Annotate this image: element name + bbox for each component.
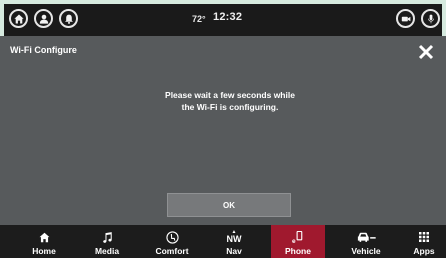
status-bar: 72° 12:32 <box>0 0 446 36</box>
bell-icon <box>64 14 73 24</box>
nav-item-comfort[interactable]: Comfort <box>147 225 197 258</box>
nav-item-label: Comfort <box>155 246 189 256</box>
nav-item-vehicle[interactable]: Vehicle <box>340 225 392 258</box>
grid-icon <box>419 229 429 245</box>
nav-item-media[interactable]: Media <box>85 225 129 258</box>
close-button[interactable] <box>416 42 436 62</box>
home-icon <box>39 229 50 245</box>
svg-text:e: e <box>292 238 296 244</box>
user-status-button[interactable] <box>34 9 53 28</box>
status-message-line-1: Please wait a few seconds while <box>165 90 295 100</box>
nav-item-label: Vehicle <box>351 246 381 256</box>
ok-button[interactable]: OK <box>167 193 291 217</box>
nav-item-label: Media <box>94 246 120 256</box>
home-icon <box>13 14 24 23</box>
nav-item-home[interactable]: Home <box>22 225 66 258</box>
nav-item-label: Home <box>32 246 56 256</box>
screen: 72° 12:32 Wi-Fi Configure Please wait a … <box>0 0 446 258</box>
nav-item-phone[interactable]: e Phone <box>271 225 325 258</box>
nav-item-label: Apps <box>413 246 435 256</box>
camera-icon <box>401 16 410 21</box>
car-icon <box>356 229 377 245</box>
clock: 12:32 <box>213 11 243 23</box>
music-note-icon <box>102 229 113 245</box>
phone-icon: e <box>292 229 305 245</box>
nav-item-apps[interactable]: Apps <box>404 225 444 258</box>
status-message-line-2: the Wi-Fi is configuring. <box>181 102 279 112</box>
microphone-status-button[interactable] <box>421 9 440 28</box>
compass-icon: ▲ NW <box>226 229 242 244</box>
home-status-button[interactable] <box>9 9 28 28</box>
nav-item-label: Nav <box>226 246 242 256</box>
microphone-icon <box>427 14 434 23</box>
close-icon <box>418 44 434 60</box>
bottom-nav-bar: Home Media Comfort ▲ NW Nav e Phone Vehi… <box>0 225 446 258</box>
nav-item-nav[interactable]: ▲ NW Nav <box>214 225 254 258</box>
compass-heading: NW <box>226 234 242 244</box>
nav-item-label: Phone <box>285 246 311 256</box>
temperature-readout: 72° <box>192 14 206 24</box>
status-message: Please wait a few seconds while the Wi-F… <box>130 89 330 113</box>
notifications-status-button[interactable] <box>59 9 78 28</box>
camera-status-button[interactable] <box>396 9 415 28</box>
seat-icon <box>165 229 179 245</box>
user-icon <box>39 14 48 24</box>
page-title: Wi-Fi Configure <box>10 45 77 55</box>
